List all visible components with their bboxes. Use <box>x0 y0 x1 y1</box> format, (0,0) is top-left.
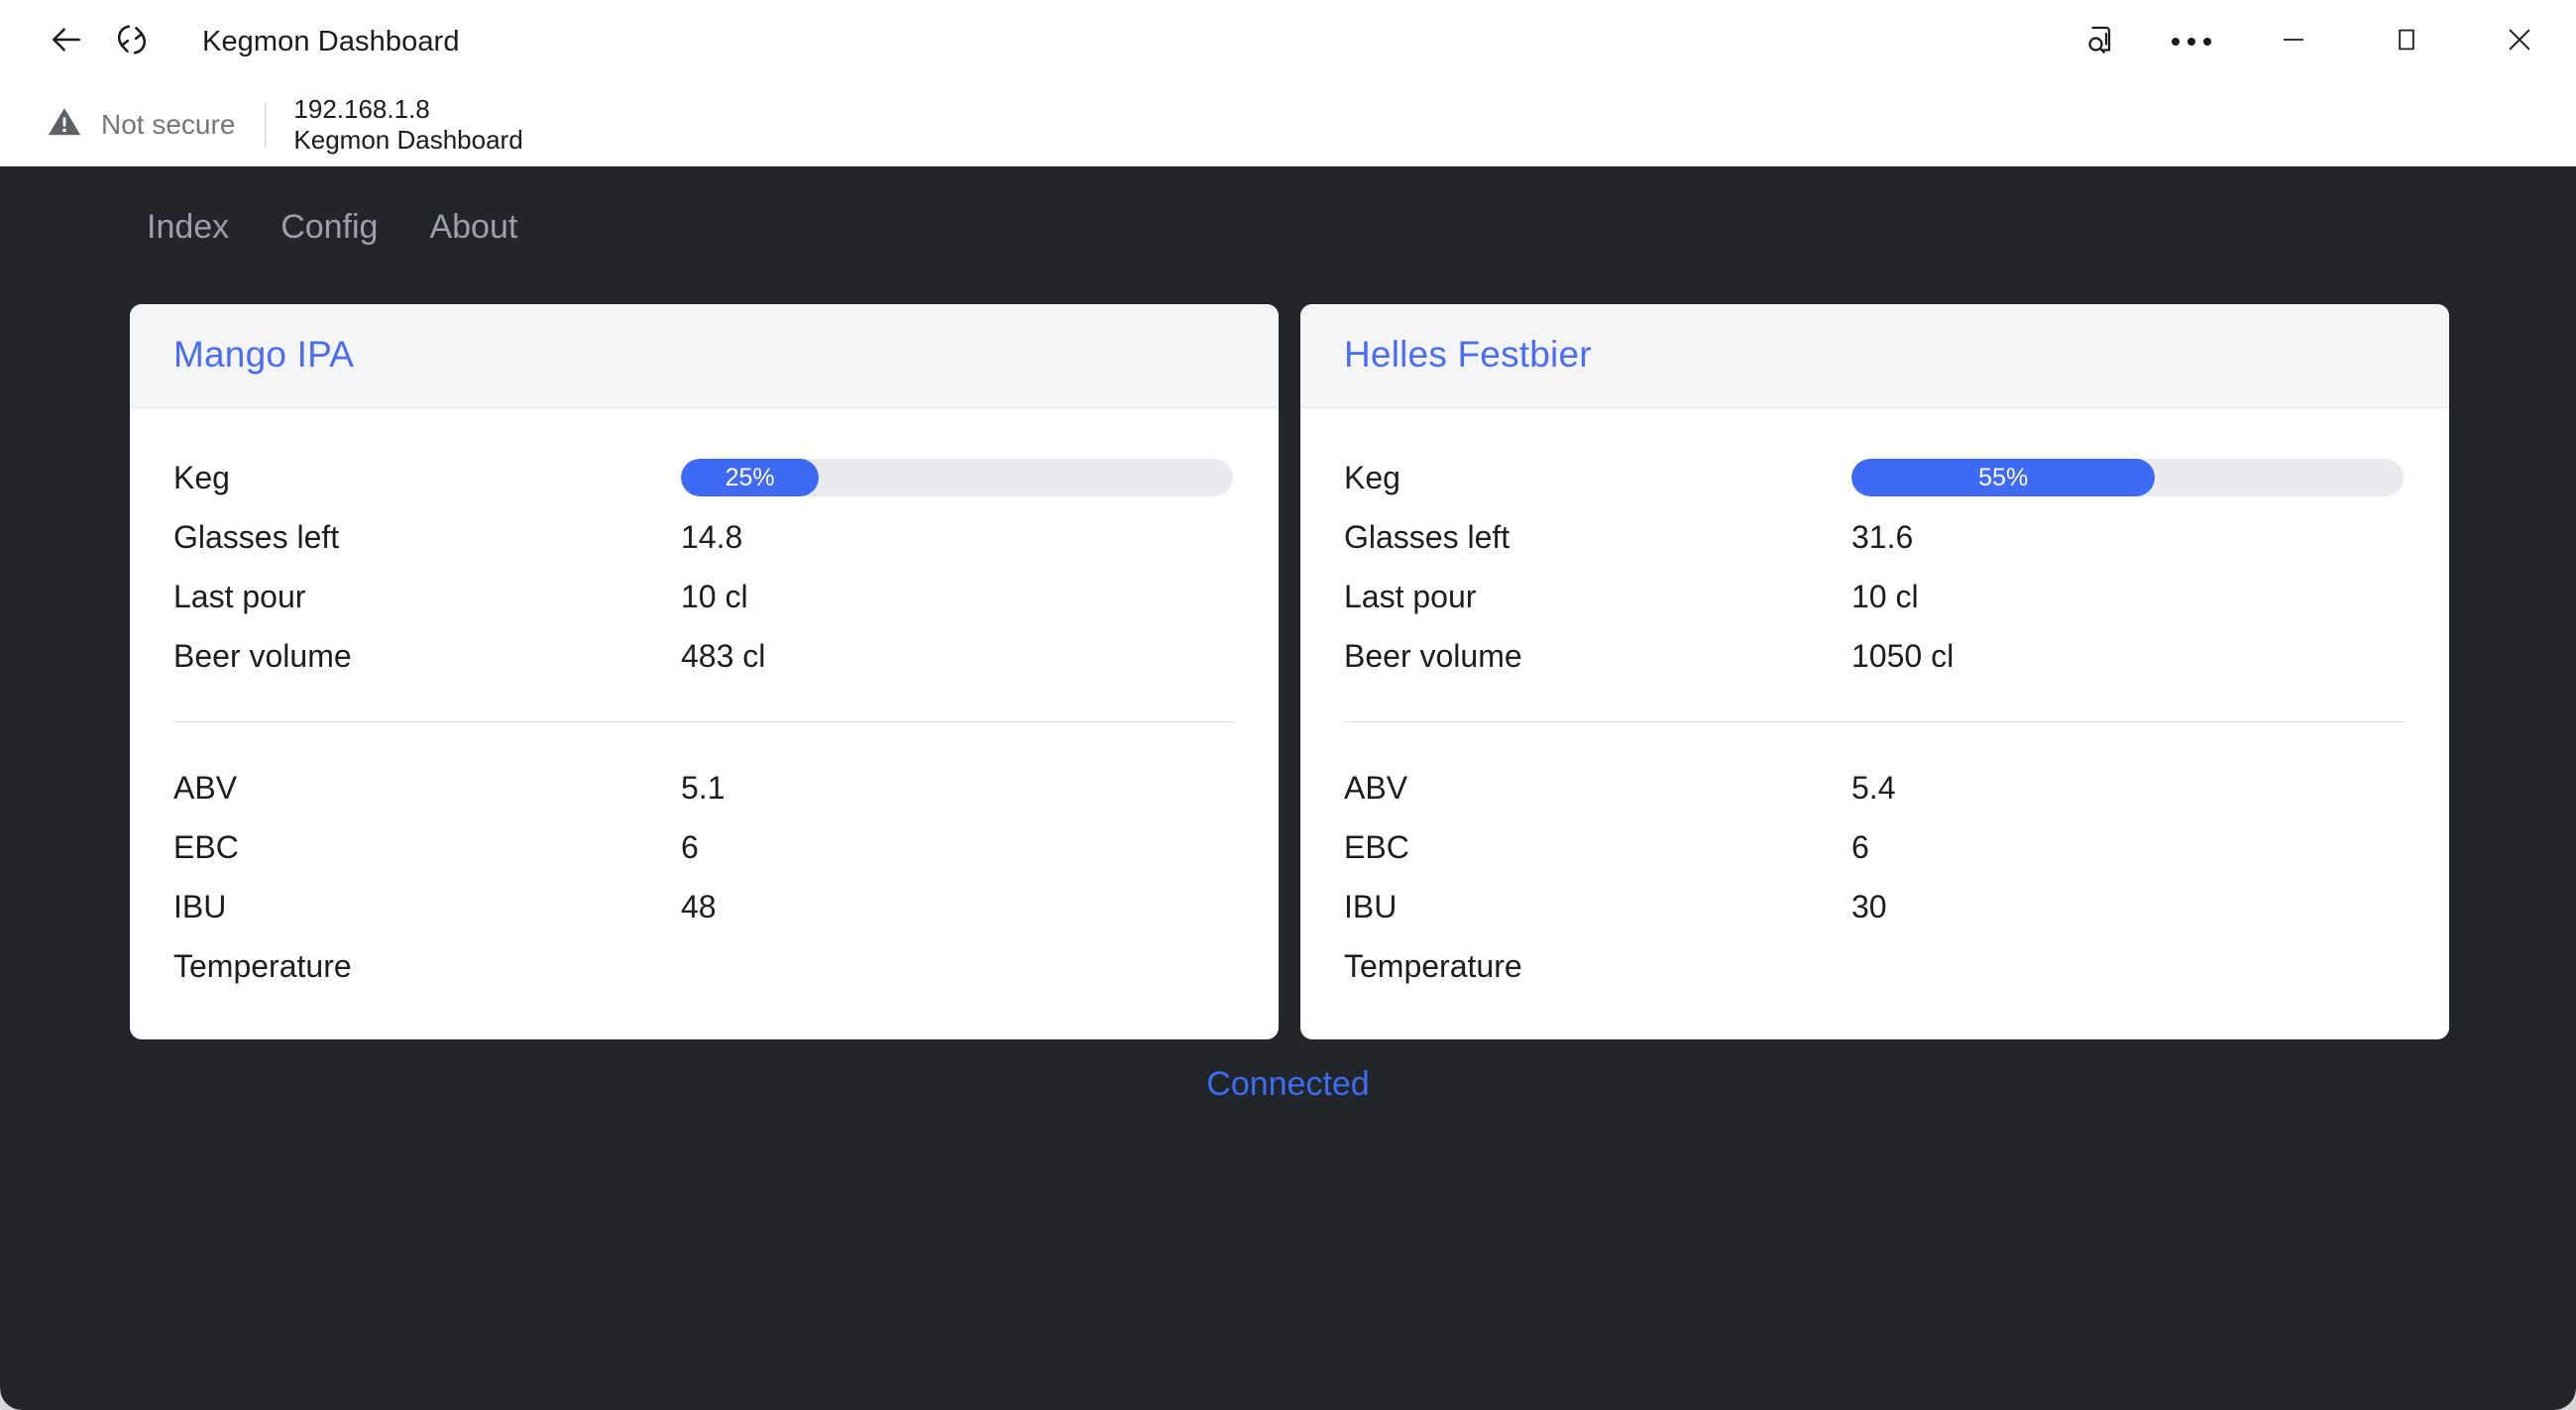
url-host: 192.168.1.8 <box>293 93 430 124</box>
card-header: Mango IPA <box>130 304 1279 408</box>
table-row: ABV 5.1 <box>173 758 1235 817</box>
connection-status: Connected <box>1206 1065 1370 1103</box>
keg-card: Helles Festbier Keg 55% Glasses left 31.… <box>1300 304 2449 1039</box>
row-value: 1050 cl <box>1851 637 1955 674</box>
not-secure-label: Not secure <box>101 108 236 140</box>
row-label: Glasses left <box>1344 518 1511 555</box>
row-label: EBC <box>173 828 239 865</box>
titlebar-left-group: Kegmon Dashboard <box>0 9 460 74</box>
minimize-icon <box>2279 25 2308 59</box>
keg-label: Keg <box>173 459 230 495</box>
maximize-button[interactable] <box>2350 0 2463 83</box>
more-options-icon <box>2172 38 2211 46</box>
nav-item-index[interactable]: Index <box>147 194 255 261</box>
table-row: EBC 6 <box>173 817 1235 877</box>
nav-item-about[interactable]: About <box>403 194 543 261</box>
table-row: Temperature <box>1344 936 2406 996</box>
page-content: Index Config About Mango IPA Keg 25% Gla… <box>0 166 2576 1410</box>
row-value: 5.1 <box>681 769 726 806</box>
row-label: EBC <box>1344 828 1409 865</box>
card-divider <box>173 721 1235 722</box>
row-value: 6 <box>681 828 699 865</box>
table-row: EBC 6 <box>1344 817 2406 877</box>
row-label: ABV <box>173 769 238 806</box>
url-block[interactable]: 192.168.1.8 Kegmon Dashboard <box>293 94 522 155</box>
card-body: Keg 55% Glasses left 31.6 Last pour 10 c… <box>1300 408 2449 1039</box>
read-aloud-icon <box>2082 22 2118 62</box>
keg-label: Keg <box>1344 459 1400 495</box>
browser-window: Kegmon Dashboard Not secure 192.168.1.8 … <box>0 0 2576 1410</box>
keg-level-row: Keg 55% <box>1344 448 2406 507</box>
table-row: IBU 30 <box>1344 877 2406 936</box>
browser-titlebar: Kegmon Dashboard <box>0 0 2576 83</box>
row-label: Temperature <box>173 947 352 984</box>
back-arrow-icon <box>48 21 85 63</box>
warning-triangle-icon <box>46 103 83 146</box>
row-value: 14.8 <box>681 518 743 555</box>
window-title: Kegmon Dashboard <box>202 25 460 57</box>
keg-cards-container: Mango IPA Keg 25% Glasses left 14.8 Last… <box>0 261 2576 1039</box>
keg-progress-label: 25% <box>725 463 775 491</box>
row-label: Beer volume <box>1344 637 1522 674</box>
table-row: Temperature <box>173 936 1235 996</box>
back-button[interactable] <box>34 9 99 74</box>
refresh-button[interactable] <box>99 9 165 74</box>
row-label: ABV <box>1344 769 1408 806</box>
keg-progress-bar: 25% <box>681 459 1233 496</box>
card-divider <box>1344 721 2406 722</box>
address-info-bar: Not secure 192.168.1.8 Kegmon Dashboard <box>0 83 2576 166</box>
infobar-divider <box>265 101 267 148</box>
keg-card: Mango IPA Keg 25% Glasses left 14.8 Last… <box>130 304 1279 1039</box>
card-title[interactable]: Helles Festbier <box>1344 334 2406 376</box>
card-body: Keg 25% Glasses left 14.8 Last pour 10 c… <box>130 408 1279 1039</box>
table-row: IBU 48 <box>173 877 1235 936</box>
maximize-icon <box>2392 25 2421 59</box>
row-value: 48 <box>681 888 717 924</box>
nav-item-config[interactable]: Config <box>255 194 403 261</box>
row-value: 6 <box>1851 828 1869 865</box>
keg-progress-fill: 25% <box>681 459 820 496</box>
read-aloud-button[interactable] <box>2055 0 2146 83</box>
card-title[interactable]: Mango IPA <box>173 334 1235 376</box>
keg-progress-fill: 55% <box>1851 459 2156 496</box>
minimize-button[interactable] <box>2237 0 2350 83</box>
titlebar-right-group <box>2055 0 2576 83</box>
close-icon <box>2504 24 2535 60</box>
table-row: Glasses left 31.6 <box>1344 507 2406 567</box>
card-header: Helles Festbier <box>1300 304 2449 408</box>
row-label: Last pour <box>173 578 306 614</box>
more-options-button[interactable] <box>2146 0 2237 83</box>
row-label: Beer volume <box>173 637 352 674</box>
table-row: Last pour 10 cl <box>173 567 1235 626</box>
site-security-indicator[interactable]: Not secure <box>46 103 235 146</box>
keg-level-row: Keg 25% <box>173 448 1235 507</box>
row-value: 30 <box>1851 888 1887 924</box>
close-button[interactable] <box>2463 0 2576 83</box>
row-label: Temperature <box>1344 947 1522 984</box>
row-value: 10 cl <box>1851 578 1919 614</box>
main-navigation: Index Config About <box>0 166 2576 261</box>
keg-progress-label: 55% <box>1978 463 2029 491</box>
table-row: Beer volume 1050 cl <box>1344 626 2406 686</box>
keg-progress-bar: 55% <box>1851 459 2404 496</box>
row-label: IBU <box>173 888 227 924</box>
row-label: Glasses left <box>173 518 340 555</box>
row-label: IBU <box>1344 888 1398 924</box>
table-row: Glasses left 14.8 <box>173 507 1235 567</box>
row-label: Last pour <box>1344 578 1477 614</box>
table-row: Beer volume 483 cl <box>173 626 1235 686</box>
url-page-title: Kegmon Dashboard <box>293 124 523 155</box>
table-row: Last pour 10 cl <box>1344 567 2406 626</box>
refresh-icon <box>113 21 151 63</box>
row-value: 483 cl <box>681 637 766 674</box>
row-value: 31.6 <box>1851 518 1914 555</box>
row-value: 10 cl <box>681 578 748 614</box>
row-value: 5.4 <box>1851 769 1896 806</box>
table-row: ABV 5.4 <box>1344 758 2406 817</box>
